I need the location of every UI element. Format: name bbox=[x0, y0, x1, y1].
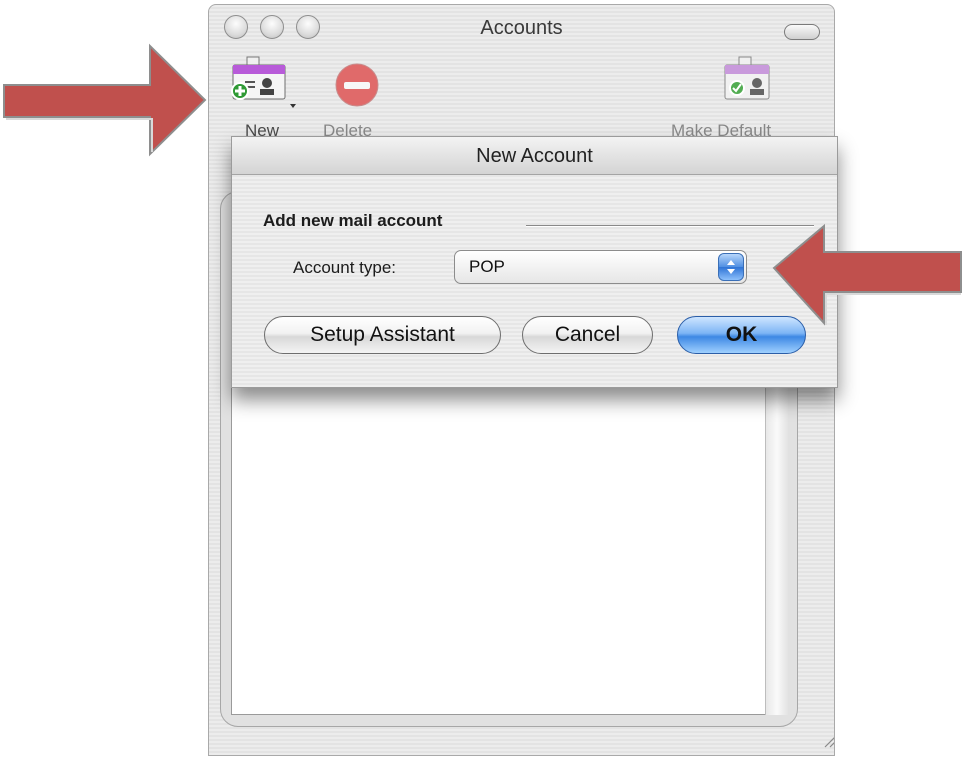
account-type-select[interactable]: POP bbox=[454, 250, 747, 284]
new-account-card-icon bbox=[231, 56, 296, 108]
setup-assistant-button[interactable]: Setup Assistant bbox=[264, 316, 501, 354]
delete-minus-icon bbox=[335, 63, 379, 107]
account-type-label: Account type: bbox=[293, 258, 397, 277]
resize-grip-icon[interactable] bbox=[821, 729, 835, 749]
section-label: Add new mail account bbox=[263, 211, 443, 230]
red-arrow-icon bbox=[772, 223, 962, 326]
sheet-title: New Account bbox=[476, 145, 593, 167]
red-arrow-icon bbox=[3, 43, 207, 157]
account-type-value: POP bbox=[469, 257, 505, 276]
select-stepper-icon bbox=[718, 253, 744, 281]
sheet-titlebar: New Account bbox=[232, 137, 837, 175]
toolbar-toggle-button[interactable] bbox=[784, 24, 820, 40]
section-divider bbox=[526, 225, 814, 227]
make-default-check-card-icon bbox=[724, 56, 770, 100]
cancel-button[interactable]: Cancel bbox=[522, 316, 653, 354]
new-account-sheet: New Account Add new mail account Account… bbox=[231, 136, 838, 388]
window-title: Accounts bbox=[480, 17, 563, 39]
window-titlebar: Accounts bbox=[209, 5, 834, 45]
